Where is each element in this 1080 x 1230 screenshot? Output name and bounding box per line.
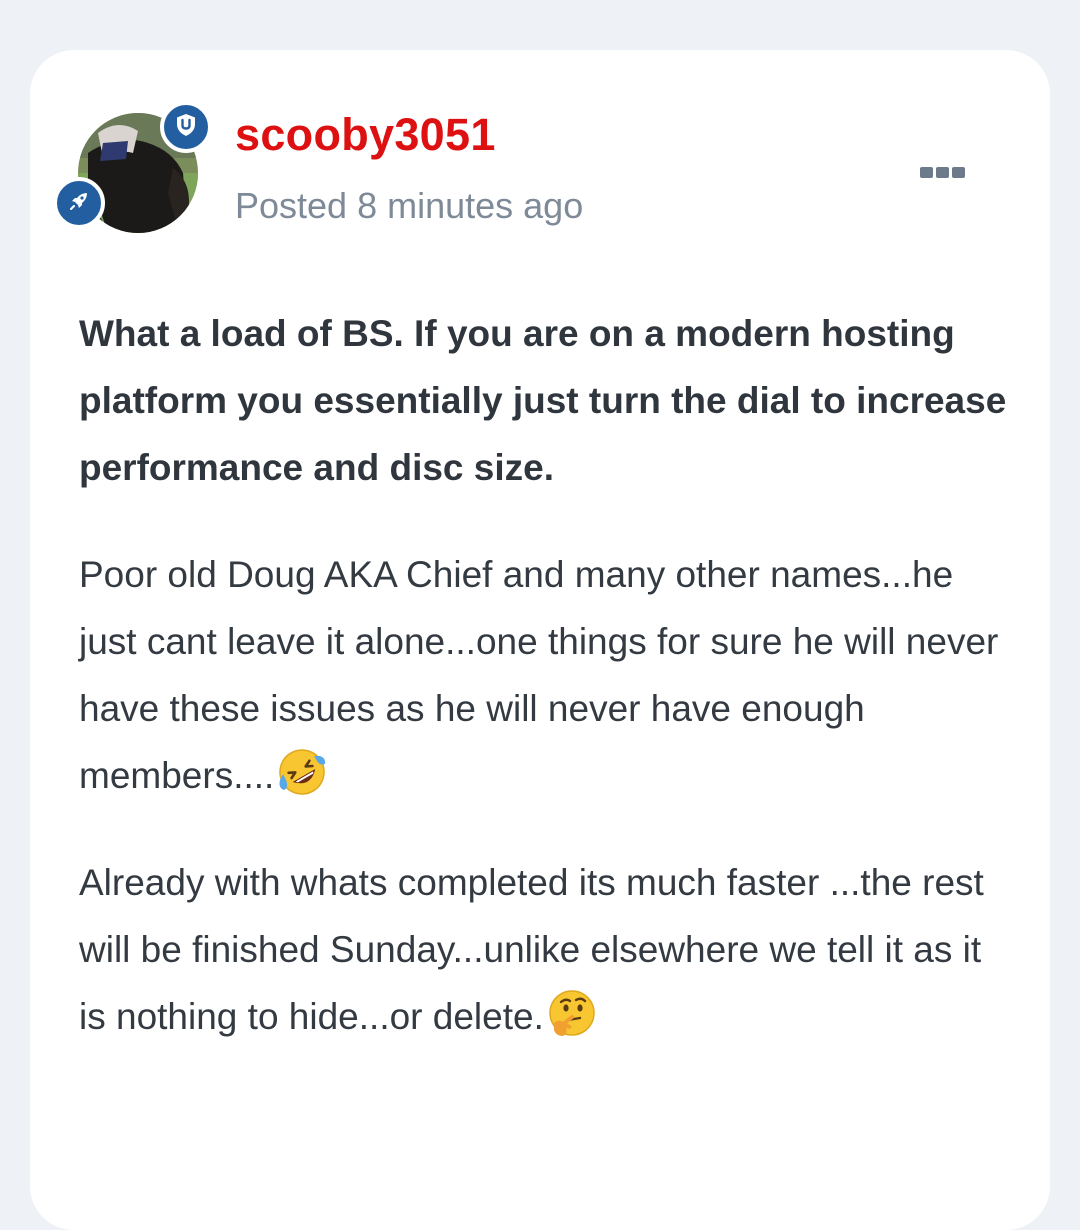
post-paragraph-text: Poor old Doug AKA Chief and many other n…: [79, 554, 999, 796]
more-options-dot: [935, 166, 949, 178]
shield-icon: [175, 113, 197, 142]
author-name-link[interactable]: scooby3051: [235, 112, 496, 157]
author-avatar-group[interactable]: [53, 101, 212, 233]
rolling-on-floor-laughing-emoji: [276, 746, 328, 798]
thinking-face-emoji: [546, 987, 598, 1039]
post-paragraph-with-emoji: Poor old Doug AKA Chief and many other n…: [79, 541, 1009, 809]
post-card: scooby3051 Posted 8 minutes ago What a l…: [30, 50, 1050, 1230]
more-options-dot: [951, 166, 965, 178]
post-paragraph-with-emoji: Already with whats completed its much fa…: [79, 849, 1009, 1050]
rank-badge[interactable]: [53, 177, 105, 229]
post-timestamp[interactable]: Posted 8 minutes ago: [235, 188, 583, 224]
post-paragraph: What a load of BS. If you are on a moder…: [79, 313, 1007, 488]
rocket-icon: [67, 189, 91, 218]
more-options-button[interactable]: [914, 154, 970, 190]
post-paragraph-text: Already with whats completed its much fa…: [79, 862, 984, 1037]
more-options-icon: [919, 166, 933, 178]
post-content: What a load of BS. If you are on a moder…: [79, 300, 1009, 1050]
moderator-badge[interactable]: [160, 101, 212, 153]
